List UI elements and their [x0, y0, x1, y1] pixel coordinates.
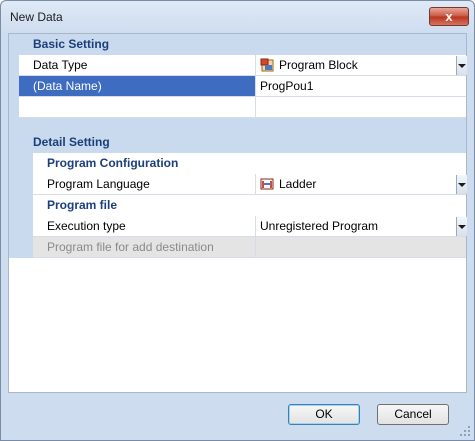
empty-cell — [19, 97, 256, 118]
new-data-dialog: New Data x Basic Setting Data Type Progr… — [0, 0, 475, 441]
category-label: Detail Setting — [33, 135, 110, 149]
property-row-execution-type[interactable]: Execution type Unregistered Program — [9, 216, 467, 237]
subcategory-program-file[interactable]: Program file — [9, 195, 466, 216]
property-value-data-type[interactable]: Program Block — [256, 55, 466, 76]
row-gutter — [9, 174, 19, 195]
program-block-icon — [260, 58, 274, 72]
category-spacer — [9, 118, 466, 132]
ok-button[interactable]: OK — [288, 404, 360, 425]
row-gutter — [9, 216, 19, 237]
property-row-program-language[interactable]: Program Language Ladder — [9, 174, 467, 195]
execution-type-value[interactable]: Unregistered Program — [256, 216, 466, 237]
cancel-button[interactable]: Cancel — [377, 404, 449, 425]
subcategory-label: Program Configuration — [47, 156, 179, 170]
row-gutter — [9, 55, 19, 76]
property-row-data-name[interactable]: (Data Name) ProgPou1 — [9, 76, 466, 97]
property-name: Data Type — [19, 55, 256, 76]
data-type-value: Program Block — [279, 58, 358, 72]
title-bar: New Data x — [1, 1, 474, 31]
row-gutter — [9, 97, 19, 118]
data-name-input[interactable]: ProgPou1 — [256, 76, 466, 97]
row-gutter — [19, 153, 33, 174]
program-file-destination-value — [256, 237, 466, 258]
row-gutter — [9, 153, 19, 174]
row-gutter — [9, 76, 19, 97]
row-gutter — [9, 237, 19, 258]
row-gutter — [19, 216, 33, 237]
category-label: Basic Setting — [33, 37, 110, 51]
property-name: Execution type — [33, 216, 256, 237]
chevron-down-icon[interactable] — [456, 56, 467, 75]
property-name: Program file for add destination — [33, 237, 256, 258]
dialog-title: New Data — [10, 10, 63, 24]
subcategory-program-configuration[interactable]: Program Configuration — [9, 153, 466, 174]
property-row-data-type[interactable]: Data Type Program Block — [9, 55, 467, 76]
subcategory-label: Program file — [47, 198, 118, 212]
category-detail-setting[interactable]: Detail Setting — [9, 132, 466, 153]
chevron-down-icon[interactable] — [456, 175, 467, 194]
resize-grip-icon[interactable] — [459, 425, 471, 437]
property-row-program-file-destination: Program file for add destination — [9, 237, 466, 258]
close-icon: x — [445, 9, 453, 24]
empty-row — [9, 97, 466, 118]
empty-cell — [256, 97, 466, 118]
row-gutter — [19, 195, 33, 216]
ladder-icon — [260, 178, 274, 190]
property-name: (Data Name) — [19, 76, 256, 97]
property-name: Program Language — [33, 174, 256, 195]
row-gutter — [19, 174, 33, 195]
program-language-value: Ladder — [279, 177, 317, 191]
property-value-program-language[interactable]: Ladder — [256, 174, 466, 195]
close-button[interactable]: x — [429, 7, 469, 26]
row-gutter — [9, 195, 19, 216]
property-grid: Basic Setting Data Type Program Block (D… — [8, 33, 467, 393]
category-basic-setting[interactable]: Basic Setting — [9, 34, 466, 55]
row-gutter — [19, 237, 33, 258]
chevron-down-icon[interactable] — [456, 217, 467, 236]
